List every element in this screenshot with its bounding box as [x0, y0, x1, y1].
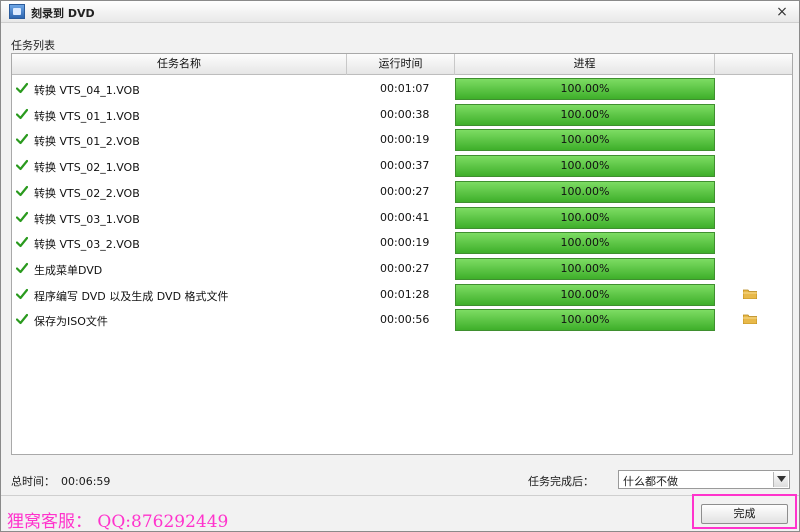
task-run-time: 00:00:19	[380, 133, 430, 147]
title-bar: 刻录到 DVD ×	[1, 1, 799, 23]
task-run-time: 00:00:27	[380, 261, 430, 275]
column-header-actions	[715, 54, 792, 75]
progress-bar: 100.00%	[455, 180, 715, 203]
task-run-time: 00:00:38	[380, 107, 430, 121]
progress-text: 100.00%	[560, 82, 610, 95]
after-completion-select[interactable]: 什么都不做	[618, 470, 790, 489]
table-row[interactable]: 转换 VTS_02_2.VOB 00:00:27 100.00%	[12, 179, 792, 205]
table-row[interactable]: 转换 VTS_01_1.VOB 00:00:38 100.00%	[12, 102, 792, 128]
folder-icon[interactable]	[743, 314, 757, 325]
progress-text: 100.00%	[560, 159, 610, 173]
task-name: 生成菜单DVD	[34, 263, 103, 277]
window-title: 刻录到 DVD	[31, 7, 95, 20]
check-icon	[16, 237, 28, 248]
column-header-progress[interactable]: 进程	[455, 54, 715, 75]
close-button[interactable]: ×	[775, 5, 789, 19]
burn-dvd-window: 刻录到 DVD × 任务列表 任务名称 运行时间 进程 转换 VTS_04_1.…	[0, 0, 800, 532]
progress-bar: 100.00%	[455, 283, 715, 306]
check-icon	[16, 288, 28, 299]
check-icon	[16, 314, 28, 325]
check-icon	[16, 82, 28, 94]
progress-bar: 100.00%	[455, 155, 715, 178]
task-name: 转换 VTS_03_1.VOB	[34, 212, 140, 226]
progress-text: 100.00%	[560, 313, 610, 327]
check-icon	[16, 211, 28, 222]
total-time-label: 总时间：	[11, 475, 55, 488]
check-icon	[16, 159, 28, 171]
footer-divider	[1, 495, 799, 496]
after-completion-value: 什么都不做	[623, 475, 678, 488]
folder-icon[interactable]	[743, 289, 757, 299]
total-time-value: 00:06:59	[61, 475, 111, 488]
table-row[interactable]: 转换 VTS_01_2.VOB 00:00:19 100.00%	[12, 127, 792, 153]
table-row[interactable]: 转换 VTS_04_1.VOB 00:01:07 100.00%	[12, 76, 792, 102]
task-run-time: 00:00:27	[380, 184, 430, 198]
table-row[interactable]: 程序编写 DVD 以及生成 DVD 格式文件 00:01:28 100.00%	[12, 282, 792, 308]
task-name: 转换 VTS_01_1.VOB	[34, 109, 140, 123]
progress-bar: 100.00%	[455, 206, 715, 229]
table-row[interactable]: 转换 VTS_03_1.VOB 00:00:41 100.00%	[12, 205, 792, 231]
table-header: 任务名称 运行时间 进程	[12, 54, 792, 75]
column-header-task-name[interactable]: 任务名称	[12, 54, 347, 75]
task-run-time: 00:00:37	[380, 159, 430, 173]
done-button[interactable]: 完成	[701, 504, 788, 524]
progress-bar: 100.00%	[455, 232, 715, 255]
task-run-time: 00:00:41	[380, 210, 430, 224]
progress-text: 100.00%	[560, 261, 610, 275]
section-label: 任务列表	[11, 39, 55, 52]
task-name: 转换 VTS_04_1.VOB	[34, 84, 140, 97]
task-name: 转换 VTS_02_1.VOB	[34, 161, 140, 175]
dropdown-button[interactable]	[773, 472, 788, 487]
total-time: 总时间： 00:06:59	[11, 473, 110, 489]
task-name: 程序编写 DVD 以及生成 DVD 格式文件	[34, 289, 229, 303]
check-icon	[16, 108, 28, 119]
task-run-time: 00:00:56	[380, 313, 430, 327]
progress-text: 100.00%	[560, 133, 610, 147]
check-icon	[16, 262, 28, 273]
dvd-burn-icon	[9, 4, 25, 19]
check-icon	[16, 134, 28, 145]
progress-bar: 100.00%	[455, 257, 715, 280]
progress-text: 100.00%	[560, 236, 610, 250]
progress-text: 100.00%	[560, 210, 610, 224]
progress-bar: 100.00%	[455, 309, 715, 332]
chevron-down-icon	[777, 476, 786, 482]
task-name: 转换 VTS_02_2.VOB	[34, 186, 140, 200]
task-name: 转换 VTS_01_2.VOB	[34, 135, 140, 149]
progress-text: 100.00%	[560, 287, 610, 301]
task-table: 任务名称 运行时间 进程 转换 VTS_04_1.VOB 00:01:07 100.…	[11, 53, 793, 455]
task-run-time: 00:01:28	[380, 287, 430, 301]
task-name: 转换 VTS_03_2.VOB	[34, 238, 140, 252]
column-header-run-time[interactable]: 运行时间	[347, 54, 455, 75]
task-run-time: 00:00:19	[380, 236, 430, 250]
progress-bar: 100.00%	[455, 129, 715, 152]
check-icon	[16, 185, 28, 196]
table-row[interactable]: 转换 VTS_02_1.VOB 00:00:37 100.00%	[12, 153, 792, 179]
progress-bar: 100.00%	[455, 78, 715, 100]
table-row[interactable]: 保存为ISO文件 00:00:56 100.00%	[12, 307, 792, 333]
task-run-time: 00:01:07	[380, 82, 430, 95]
progress-text: 100.00%	[560, 107, 610, 121]
progress-text: 100.00%	[560, 184, 610, 198]
task-name: 保存为ISO文件	[34, 315, 108, 329]
watermark-text: 狸窝客服： QQ:876292449	[7, 512, 229, 532]
table-row[interactable]: 转换 VTS_03_2.VOB 00:00:19 100.00%	[12, 230, 792, 256]
after-completion-label: 任务完成后：	[528, 475, 594, 488]
progress-bar: 100.00%	[455, 103, 715, 126]
table-row[interactable]: 生成菜单DVD 00:00:27 100.00%	[12, 256, 792, 282]
